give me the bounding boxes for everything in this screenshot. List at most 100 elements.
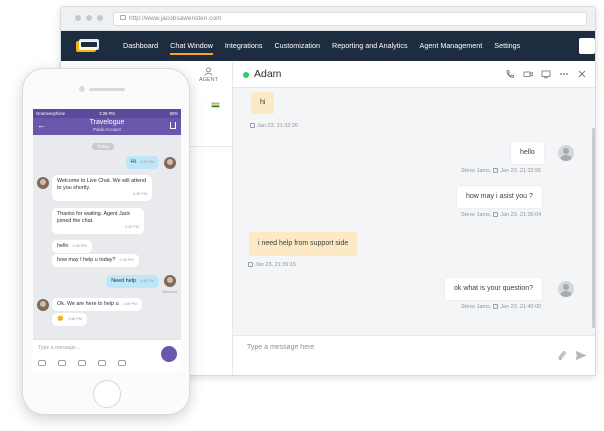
calendar-icon bbox=[493, 168, 499, 173]
nav-item-dashboard[interactable]: Dashboard bbox=[117, 31, 164, 61]
phone-message-time: 4:36 PM bbox=[139, 279, 154, 283]
brand-logo[interactable] bbox=[75, 38, 101, 54]
address-bar[interactable]: http://www.jacobsawensten.com bbox=[113, 12, 587, 26]
chat-pane: Adam hi Jan 23, 21:32:26 hello Steve Jam… bbox=[233, 62, 595, 375]
message-bubble-incoming: i need help from support side bbox=[249, 232, 358, 256]
date-divider: Today bbox=[92, 143, 115, 150]
delivered-status: Delivered bbox=[161, 290, 177, 294]
screen-share-icon[interactable] bbox=[541, 69, 551, 79]
phone-contact-subtitle: Public Account bbox=[93, 127, 121, 132]
phone-message-time: 4:36 PM bbox=[122, 302, 137, 306]
message-bubble-outgoing: how may i asist you ? bbox=[457, 186, 542, 208]
phone-message-text: Ok. We are here to help u bbox=[57, 301, 119, 307]
attachment-icon[interactable] bbox=[557, 350, 567, 361]
nav-item-agent-management[interactable]: Agent Management bbox=[414, 31, 489, 61]
battery-level: 60% bbox=[169, 111, 178, 116]
close-window-dot[interactable] bbox=[75, 15, 81, 21]
stage: http://www.jacobsawensten.com Dashboard … bbox=[0, 0, 604, 431]
phone-message-time: 4:36 PM bbox=[119, 258, 134, 262]
phone-message-incoming: Welcome to Live Chat. We will attend to … bbox=[52, 175, 152, 201]
smile-emoji: 😊 bbox=[57, 316, 64, 322]
nav-item-settings[interactable]: Settings bbox=[488, 31, 526, 61]
message-sender: Steve Jams, bbox=[461, 212, 492, 218]
home-button[interactable] bbox=[93, 380, 121, 408]
calendar-icon bbox=[248, 262, 253, 267]
message-timestamp: Jan 23, 21:40:00 bbox=[500, 304, 542, 310]
phone-composer: Type a message... bbox=[33, 339, 181, 371]
phone-toolbar bbox=[38, 360, 126, 366]
phone-message-time: 4:35 PM bbox=[139, 160, 154, 164]
message-sender: Steve Jams, bbox=[461, 304, 492, 310]
chat-header-actions bbox=[505, 69, 587, 79]
message-meta: Steve Jams, Jan 23, 21:40:00 bbox=[461, 304, 541, 310]
phone-message-text: Thanks for waiting. Agent Jack joined th… bbox=[57, 211, 131, 224]
phone-message-incoming: Ok. We are here to help u 4:36 PM bbox=[52, 298, 142, 311]
india-flag-icon bbox=[211, 102, 220, 108]
message-scrollbar[interactable] bbox=[592, 128, 595, 328]
nav-item-integrations[interactable]: Integrations bbox=[219, 31, 269, 61]
phone-screen: Grameenphone 4:36 PM 60% ← Travelogue Pu… bbox=[33, 109, 181, 371]
phone-message-input[interactable]: Type a message... bbox=[38, 345, 80, 351]
video-call-icon[interactable] bbox=[523, 69, 533, 79]
message-meta: Jan 23, 21:32:26 bbox=[248, 123, 298, 129]
message-timestamp: Jan 23, 21:39:15 bbox=[255, 262, 296, 268]
agent-label: AGENT bbox=[199, 77, 218, 83]
top-navbar: Dashboard Chat Window Integrations Custo… bbox=[61, 31, 595, 61]
maximize-window-dot[interactable] bbox=[97, 15, 103, 21]
close-icon[interactable] bbox=[577, 69, 587, 79]
more-options-icon[interactable] bbox=[559, 69, 569, 79]
phone-message-text: Need help bbox=[111, 278, 136, 284]
message-meta: Steve Jams, Jan 23, 21:36:04 bbox=[461, 212, 541, 218]
message-bubble-outgoing: hello bbox=[511, 142, 544, 164]
more-icon[interactable] bbox=[118, 360, 126, 366]
agent-filter[interactable]: AGENT bbox=[199, 67, 218, 83]
phone-message-time: 4:36 PM bbox=[67, 317, 82, 321]
chat-header: Adam bbox=[233, 62, 595, 88]
user-avatar-small bbox=[164, 157, 176, 169]
message-timestamp: Jan 23, 21:32:26 bbox=[257, 123, 298, 129]
phone-message-list: Today Hi 4:35 PM Welcome to Live Chat. We… bbox=[33, 135, 181, 339]
phone-message-time: 4:35 PM bbox=[132, 192, 147, 197]
bot-avatar-small bbox=[37, 177, 49, 189]
gallery-icon[interactable] bbox=[58, 360, 66, 366]
nav-item-chat-window[interactable]: Chat Window bbox=[164, 31, 219, 61]
nav-item-customization[interactable]: Customization bbox=[268, 31, 326, 61]
message-timestamp: Jan 23, 21:32:55 bbox=[500, 168, 542, 174]
phone-contact-name: Travelogue bbox=[89, 119, 125, 126]
phone-message-incoming: Thanks for waiting. Agent Jack joined th… bbox=[52, 208, 144, 234]
user-avatar-small bbox=[164, 275, 176, 287]
nav-menu: Dashboard Chat Window Integrations Custo… bbox=[117, 31, 526, 61]
message-sender: Steve Jams, bbox=[461, 168, 492, 174]
lock-icon bbox=[120, 14, 126, 20]
phone-message-incoming: how may I help u today? 4:36 PM bbox=[52, 254, 139, 267]
phone-message-text: Hi bbox=[130, 159, 136, 165]
emoji-icon[interactable] bbox=[38, 360, 46, 366]
nav-item-reporting[interactable]: Reporting and Analytics bbox=[326, 31, 414, 61]
phone-message-text: how may I help u today? bbox=[57, 257, 116, 263]
phone-call-icon[interactable] bbox=[505, 69, 515, 79]
message-composer: Type a message here bbox=[233, 335, 595, 375]
phone-message-incoming: 😊 4:36 PM bbox=[52, 313, 87, 326]
sticker-button[interactable] bbox=[161, 346, 177, 362]
phone-message-text: Welcome to Live Chat. We will attend to … bbox=[57, 178, 147, 191]
phone-chat-header: ← Travelogue Public Account bbox=[33, 118, 181, 135]
phone-status-bar: Grameenphone 4:36 PM 60% bbox=[33, 109, 181, 118]
share-icon[interactable] bbox=[170, 122, 176, 129]
user-avatar[interactable] bbox=[579, 38, 595, 54]
calendar-icon bbox=[493, 304, 499, 309]
camera-icon[interactable] bbox=[78, 360, 86, 366]
send-icon[interactable] bbox=[575, 350, 587, 361]
message-timestamp: Jan 23, 21:36:04 bbox=[500, 212, 542, 218]
browser-titlebar: http://www.jacobsawensten.com bbox=[61, 7, 595, 31]
message-input[interactable]: Type a message here bbox=[247, 344, 314, 351]
phone-message-text: hello bbox=[57, 243, 69, 249]
contact-name: Adam bbox=[254, 68, 282, 80]
agent-icon bbox=[204, 67, 213, 76]
mention-icon[interactable] bbox=[98, 360, 106, 366]
bot-avatar-small bbox=[37, 299, 49, 311]
agent-avatar bbox=[558, 145, 574, 161]
message-bubble-incoming: hi bbox=[251, 92, 275, 114]
message-meta: Steve Jams, Jan 23, 21:32:55 bbox=[461, 168, 541, 174]
minimize-window-dot[interactable] bbox=[86, 15, 92, 21]
phone-camera bbox=[79, 86, 85, 92]
